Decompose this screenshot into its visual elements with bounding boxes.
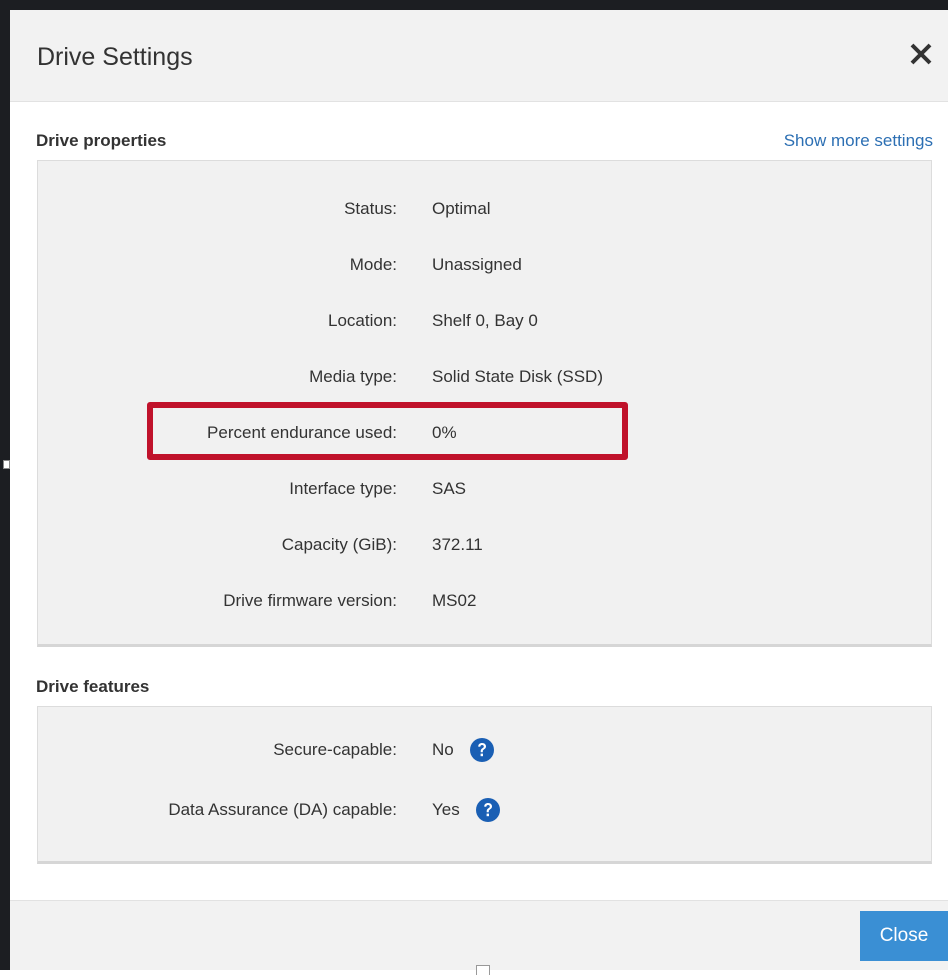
property-label: Mode:: [349, 255, 397, 274]
feature-label: Secure-capable:: [273, 740, 397, 759]
resize-marker: [476, 965, 490, 975]
property-value: Optimal: [432, 199, 491, 218]
highlight-annotation: [147, 402, 628, 460]
dialog-footer: [10, 900, 948, 970]
property-value: 372.11: [432, 535, 483, 554]
property-row-location: Location: Shelf 0, Bay 0: [38, 306, 931, 336]
feature-value: Yes: [432, 800, 460, 819]
property-label: Drive firmware version:: [223, 591, 397, 610]
feature-row-da-capable: Data Assurance (DA) capable: Yes: [38, 795, 931, 825]
window-left-edge: [0, 0, 10, 970]
drive-features-panel: Secure-capable: No Data Assurance (DA) c…: [37, 706, 932, 864]
property-value: Solid State Disk (SSD): [432, 367, 603, 386]
property-row-interface-type: Interface type: SAS: [38, 474, 931, 504]
feature-value-group: Yes: [432, 797, 501, 823]
edge-handle: [3, 460, 10, 469]
drive-features-title: Drive features: [36, 677, 150, 696]
drive-properties-title: Drive properties: [36, 131, 167, 150]
close-button[interactable]: Close: [860, 911, 948, 961]
feature-row-secure-capable: Secure-capable: No: [38, 735, 931, 765]
close-icon[interactable]: [907, 40, 935, 68]
property-label: Status:: [344, 199, 397, 218]
feature-value: No: [432, 740, 454, 759]
show-more-settings-link[interactable]: Show more settings: [784, 131, 933, 151]
property-row-mode: Mode: Unassigned: [38, 250, 931, 280]
feature-label: Data Assurance (DA) capable:: [168, 800, 397, 819]
property-label: Location:: [328, 311, 397, 330]
dialog-title: Drive Settings: [37, 43, 193, 71]
property-row-media-type: Media type: Solid State Disk (SSD): [38, 362, 931, 392]
property-value: Shelf 0, Bay 0: [432, 311, 538, 330]
property-row-firmware-version: Drive firmware version: MS02: [38, 586, 931, 616]
help-icon[interactable]: [475, 797, 501, 823]
property-value: MS02: [432, 591, 477, 610]
help-icon[interactable]: [469, 737, 495, 763]
property-label: Capacity (GiB):: [281, 535, 397, 554]
window-top-edge: [0, 0, 948, 10]
feature-value-group: No: [432, 737, 495, 763]
property-label: Media type:: [309, 367, 397, 386]
property-label: Interface type:: [289, 479, 397, 498]
property-row-status: Status: Optimal: [38, 194, 931, 224]
property-row-capacity: Capacity (GiB): 372.11: [38, 530, 931, 560]
property-value: Unassigned: [432, 255, 522, 274]
dialog-header: Drive Settings: [10, 10, 948, 102]
property-value: SAS: [432, 479, 467, 498]
drive-settings-dialog: Drive Settings Drive properties Show mor…: [10, 10, 948, 975]
